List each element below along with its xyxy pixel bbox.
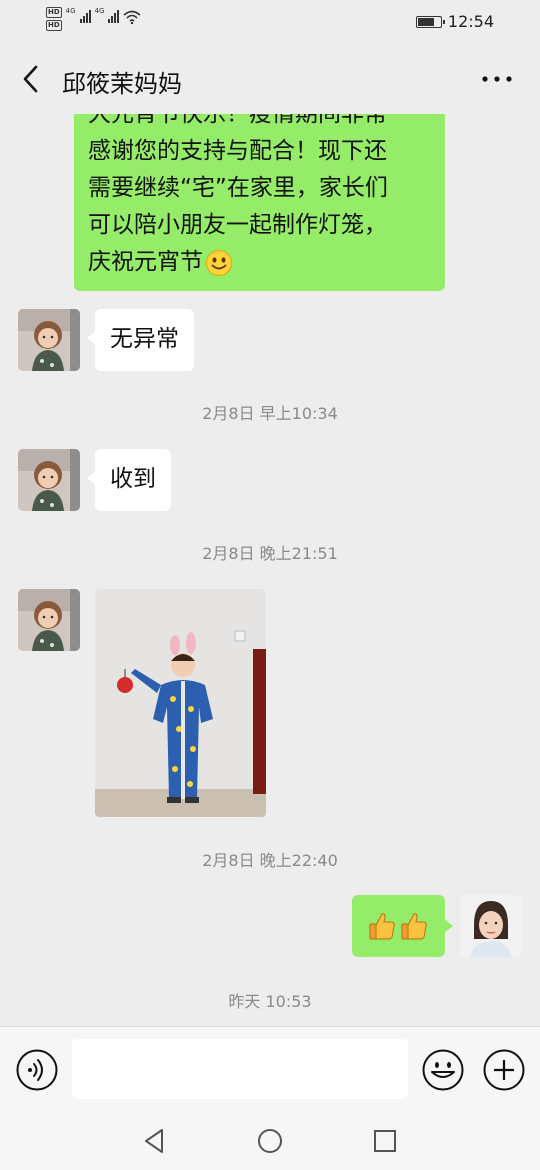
network-type-2: 4G bbox=[94, 7, 105, 15]
wifi-icon bbox=[123, 10, 141, 24]
woman-avatar-image bbox=[460, 895, 522, 957]
avatar[interactable] bbox=[18, 589, 80, 651]
child-in-blue-pajamas-photo bbox=[95, 589, 266, 817]
my-avatar[interactable] bbox=[460, 895, 522, 957]
timestamp: 昨天 10:53 bbox=[228, 992, 312, 1011]
avatar[interactable] bbox=[18, 449, 80, 511]
square-recents-icon[interactable] bbox=[370, 1126, 400, 1156]
message-bubble-received[interactable]: 收到 bbox=[87, 449, 171, 511]
thumbs-up-emoji bbox=[401, 913, 427, 940]
child-avatar-image bbox=[18, 449, 80, 511]
clock: 12:54 bbox=[447, 12, 494, 31]
more-dots-icon[interactable] bbox=[480, 64, 514, 94]
status-bar: HD HD 4G 4G 12:54 bbox=[0, 0, 540, 44]
chevron-left-icon[interactable] bbox=[16, 62, 46, 96]
message-bubble-sent[interactable]: 大元宵节快乐！疫情期间非常 感谢您的支持与配合！现下还 需要继续“宅”在家里，家… bbox=[74, 114, 445, 291]
timestamp: 2月8日 晚上22:40 bbox=[202, 851, 338, 870]
hd-badge-1: HD bbox=[46, 7, 62, 18]
message-image[interactable] bbox=[95, 589, 266, 817]
child-avatar-image bbox=[18, 309, 80, 371]
message-line: 需要继续“宅”在家里，家长们 bbox=[88, 175, 388, 201]
network-type-1: 4G bbox=[65, 7, 76, 15]
message-bubble-received[interactable]: 无异常 bbox=[87, 309, 194, 371]
emoji-icon[interactable] bbox=[422, 1049, 464, 1091]
message-input[interactable] bbox=[72, 1039, 408, 1099]
circle-home-icon[interactable] bbox=[255, 1126, 285, 1156]
battery-icon bbox=[415, 15, 445, 28]
signal-icon bbox=[79, 9, 91, 23]
input-bar bbox=[0, 1026, 540, 1112]
message-line: 可以陪小朋友一起制作灯笼， bbox=[88, 212, 387, 238]
status-right: 12:54 bbox=[415, 12, 494, 31]
hd-badge-2: HD bbox=[46, 20, 62, 31]
message-line-with-emoji: 庆祝元宵节 bbox=[88, 244, 431, 281]
signal-icon-2 bbox=[108, 9, 120, 23]
message-line: 大元宵节快乐！疫情期间非常 bbox=[88, 114, 387, 127]
timestamp: 2月8日 晚上21:51 bbox=[202, 544, 338, 563]
triangle-back-icon[interactable] bbox=[140, 1126, 170, 1156]
message-line: 庆祝元宵节 bbox=[88, 249, 203, 275]
smile-emoji bbox=[206, 249, 232, 276]
message-list[interactable]: 大元宵节快乐！疫情期间非常 感谢您的支持与配合！现下还 需要继续“宅”在家里，家… bbox=[0, 114, 540, 1026]
timestamp: 2月8日 早上10:34 bbox=[202, 404, 338, 423]
chat-title: 邱筱茉妈妈 bbox=[62, 70, 182, 98]
status-left: HD HD 4G 4G bbox=[46, 7, 141, 31]
avatar[interactable] bbox=[18, 309, 80, 371]
system-navigation-bar bbox=[0, 1112, 540, 1170]
chat-header: 邱筱茉妈妈 bbox=[0, 44, 540, 114]
plus-icon[interactable] bbox=[483, 1049, 525, 1091]
thumbs-up-emoji bbox=[369, 913, 395, 940]
voice-icon[interactable] bbox=[16, 1049, 58, 1091]
message-line: 感谢您的支持与配合！现下还 bbox=[88, 138, 387, 164]
message-bubble-sent[interactable] bbox=[352, 895, 453, 957]
message-text: 收到 bbox=[110, 466, 156, 492]
message-text: 无异常 bbox=[110, 326, 179, 352]
child-avatar-image bbox=[18, 589, 80, 651]
